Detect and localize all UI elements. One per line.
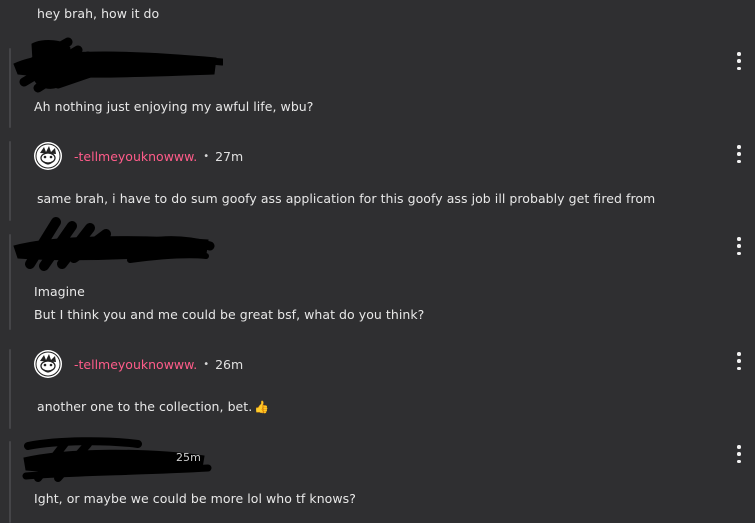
redacted-username-scribble — [13, 37, 223, 93]
partial-timestamp: 25m — [176, 451, 201, 464]
message-text: same brah, i have to do sum goofy ass ap… — [37, 191, 656, 206]
thread-line — [9, 141, 11, 221]
redacted-username-scribble — [13, 217, 215, 271]
chat-thread: hey brah, how it do Ah nothing just enjo… — [0, 0, 755, 523]
username-link[interactable]: -tellmeyouknowww. — [74, 357, 197, 372]
separator-dot: • — [203, 358, 210, 370]
kebab-vertical-icon — [737, 145, 741, 149]
more-options-button[interactable] — [735, 352, 743, 370]
thread-line — [9, 349, 11, 429]
timestamp: 26m — [215, 356, 244, 372]
message-header: -tellmeyouknowww. • 26m — [34, 350, 243, 378]
user-avatar-icon[interactable] — [34, 350, 62, 378]
message-text: Imagine — [34, 284, 85, 299]
kebab-vertical-icon — [737, 52, 741, 56]
more-options-button[interactable] — [735, 445, 743, 463]
more-options-button[interactable] — [735, 52, 743, 70]
kebab-vertical-icon — [737, 237, 741, 241]
more-options-button[interactable] — [735, 145, 743, 163]
kebab-vertical-icon — [737, 352, 741, 356]
message-text: But I think you and me could be great bs… — [34, 307, 425, 322]
username-link[interactable]: -tellmeyouknowww. — [74, 149, 197, 164]
user-avatar-icon[interactable] — [34, 142, 62, 170]
message-text: another one to the collection, bet. 👍 — [37, 399, 269, 414]
timestamp: 27m — [215, 148, 244, 164]
message-text: Ight, or maybe we could be more lol who … — [34, 491, 356, 506]
message-text: Ah nothing just enjoying my awful life, … — [34, 99, 314, 114]
message-header: -tellmeyouknowww. • 27m — [34, 142, 243, 170]
message-text: hey brah, how it do — [37, 6, 160, 21]
thread-line — [9, 441, 11, 523]
thumbs-up-emoji: 👍 — [254, 400, 270, 414]
message-body: another one to the collection, bet. — [37, 399, 253, 414]
more-options-button[interactable] — [735, 237, 743, 255]
separator-dot: • — [203, 150, 210, 162]
kebab-vertical-icon — [737, 445, 741, 449]
